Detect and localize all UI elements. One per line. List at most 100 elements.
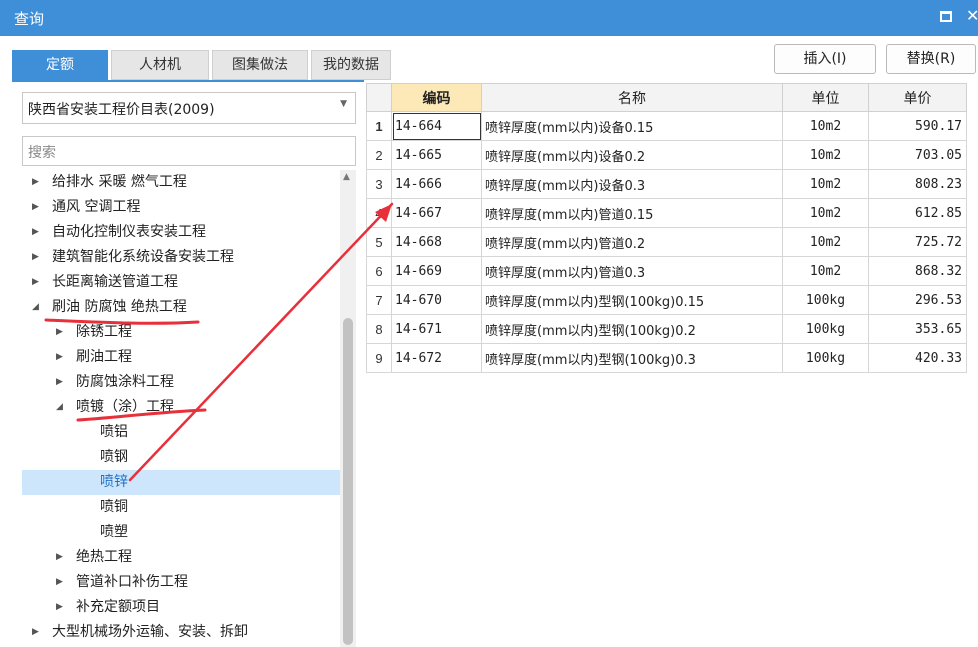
row-number-header <box>366 83 392 112</box>
unit-cell: 10m2 <box>782 111 869 141</box>
tree-item-label: 管道补口补伤工程 <box>76 574 188 590</box>
tree-item-label: 绝热工程 <box>76 549 132 565</box>
collapsed-arrow-icon[interactable]: ▶ <box>56 345 68 370</box>
tree-item[interactable]: 喷锌 <box>22 470 340 495</box>
collapsed-arrow-icon[interactable]: ▶ <box>56 545 68 570</box>
collapsed-arrow-icon[interactable]: ▶ <box>56 595 68 620</box>
tree-item-label: 建筑智能化系统设备安装工程 <box>52 249 234 265</box>
tree-item[interactable]: 喷铝 <box>22 420 340 445</box>
name-cell: 喷锌厚度(mm以内)管道0.2 <box>481 227 783 257</box>
expanded-arrow-icon[interactable]: ◢ <box>56 395 68 420</box>
name-cell: 喷锌厚度(mm以内)管道0.15 <box>481 198 783 228</box>
scroll-up-icon[interactable]: ▲ <box>343 172 350 182</box>
collapsed-arrow-icon[interactable]: ▶ <box>56 370 68 395</box>
tab-atlas-method[interactable]: 图集做法 <box>212 50 308 80</box>
table-row[interactable]: 4 14-667 喷锌厚度(mm以内)管道0.15 10m2 612.85 <box>366 198 967 228</box>
name-column-header[interactable]: 名称 <box>481 83 783 112</box>
collapsed-arrow-icon[interactable]: ▶ <box>32 170 44 195</box>
collapsed-arrow-icon[interactable]: ▶ <box>32 195 44 220</box>
tree-item[interactable]: ▶ 绝热工程 <box>22 545 340 570</box>
tree-item[interactable]: ▶ 给排水 采暖 燃气工程 <box>22 170 340 195</box>
tree-item[interactable]: ▶ 刷油工程 <box>22 345 340 370</box>
tab-labor-material[interactable]: 人材机 <box>111 50 209 80</box>
row-number-cell: 3 <box>366 169 392 199</box>
unit-cell: 100kg <box>782 314 869 344</box>
tree-item-label: 喷塑 <box>100 524 128 540</box>
collapsed-arrow-icon[interactable]: ▶ <box>32 220 44 245</box>
maximize-icon[interactable] <box>940 11 952 22</box>
unit-cell: 100kg <box>782 285 869 315</box>
tree-scrollbar[interactable]: ▲ <box>340 170 356 647</box>
price-column-header[interactable]: 单价 <box>868 83 967 112</box>
price-cell: 353.65 <box>868 314 967 344</box>
code-cell: 14-665 <box>391 140 482 170</box>
tree-item[interactable]: ◢ 刷油 防腐蚀 绝热工程 <box>22 295 340 320</box>
code-column-header[interactable]: 编码 <box>391 83 482 112</box>
tree-item[interactable]: ▶ 防腐蚀涂料工程 <box>22 370 340 395</box>
replace-button[interactable]: 替换(R) <box>886 44 976 74</box>
price-cell: 808.23 <box>868 169 967 199</box>
row-number-cell: 5 <box>366 227 392 257</box>
tab-label: 人材机 <box>139 57 181 73</box>
tree-item[interactable]: ▶ 通风 空调工程 <box>22 195 340 220</box>
code-cell: 14-671 <box>391 314 482 344</box>
collapsed-arrow-icon[interactable]: ▶ <box>56 570 68 595</box>
name-cell: 喷锌厚度(mm以内)设备0.3 <box>481 169 783 199</box>
tab-my-data[interactable]: 我的数据 <box>311 50 391 80</box>
tab-label: 定额 <box>46 57 74 73</box>
table-row[interactable]: 9 14-672 喷锌厚度(mm以内)型钢(100kg)0.3 100kg 420.33 <box>366 343 967 373</box>
code-cell: 14-668 <box>391 227 482 257</box>
unit-cell: 10m2 <box>782 169 869 199</box>
tree-item[interactable]: ▶ 管道补口补伤工程 <box>22 570 340 595</box>
code-cell: 14-670 <box>391 285 482 315</box>
chevron-down-icon: ▼ <box>340 99 347 109</box>
tab-label: 图集做法 <box>232 57 288 73</box>
unit-cell: 10m2 <box>782 256 869 286</box>
name-cell: 喷锌厚度(mm以内)型钢(100kg)0.2 <box>481 314 783 344</box>
tree-item-label: 给排水 采暖 燃气工程 <box>52 174 187 190</box>
library-select[interactable]: 陕西省安装工程价目表(2009) ▼ <box>22 92 356 124</box>
table-row[interactable]: 8 14-671 喷锌厚度(mm以内)型钢(100kg)0.2 100kg 353.65 <box>366 314 967 344</box>
collapsed-arrow-icon[interactable]: ▶ <box>32 245 44 270</box>
tab-quota[interactable]: 定额 <box>12 50 108 80</box>
table-row[interactable]: 5 14-668 喷锌厚度(mm以内)管道0.2 10m2 725.72 <box>366 227 967 257</box>
insert-button[interactable]: 插入(I) <box>774 44 876 74</box>
price-cell: 296.53 <box>868 285 967 315</box>
tree-item[interactable]: 喷钢 <box>22 445 340 470</box>
scrollbar-thumb[interactable] <box>343 318 353 645</box>
price-cell: 868.32 <box>868 256 967 286</box>
tree-item-label: 喷钢 <box>100 449 128 465</box>
code-cell: 14-672 <box>391 343 482 373</box>
collapsed-arrow-icon[interactable]: ▶ <box>56 320 68 345</box>
unit-column-header[interactable]: 单位 <box>782 83 869 112</box>
collapsed-arrow-icon[interactable]: ▶ <box>32 620 44 645</box>
search-input[interactable]: 搜索 <box>22 136 356 166</box>
tree-item[interactable]: 喷塑 <box>22 520 340 545</box>
table-row[interactable]: 3 14-666 喷锌厚度(mm以内)设备0.3 10m2 808.23 <box>366 169 967 199</box>
tree-item[interactable]: ▶ 长距离输送管道工程 <box>22 270 340 295</box>
collapsed-arrow-icon[interactable]: ▶ <box>32 270 44 295</box>
tree-item[interactable]: ▶ 自动化控制仪表安装工程 <box>22 220 340 245</box>
price-cell: 703.05 <box>868 140 967 170</box>
expanded-arrow-icon[interactable]: ◢ <box>32 295 44 320</box>
tree-item[interactable]: ▶ 除锈工程 <box>22 320 340 345</box>
unit-cell: 10m2 <box>782 140 869 170</box>
tree-item[interactable]: 喷铜 <box>22 495 340 520</box>
table-row[interactable]: 2 14-665 喷锌厚度(mm以内)设备0.2 10m2 703.05 <box>366 140 967 170</box>
tree-item[interactable]: ◢ 喷镀（涂）工程 <box>22 395 340 420</box>
unit-cell: 100kg <box>782 343 869 373</box>
table-row[interactable]: 1 14-664 喷锌厚度(mm以内)设备0.15 10m2 590.17 <box>366 111 967 141</box>
close-icon[interactable]: ✕ <box>966 6 978 25</box>
price-cell: 590.17 <box>868 111 967 141</box>
table-row[interactable]: 6 14-669 喷锌厚度(mm以内)管道0.3 10m2 868.32 <box>366 256 967 286</box>
price-cell: 420.33 <box>868 343 967 373</box>
tab-underline <box>12 80 364 82</box>
tree-item-label: 长距离输送管道工程 <box>52 274 178 290</box>
row-number-cell: 9 <box>366 343 392 373</box>
tree-item[interactable]: ▶ 补充定额项目 <box>22 595 340 620</box>
tree-item[interactable]: ▶ 建筑智能化系统设备安装工程 <box>22 245 340 270</box>
row-number-cell: 8 <box>366 314 392 344</box>
tree-item-label: 喷镀（涂）工程 <box>76 399 174 415</box>
tree-item[interactable]: ▶ 大型机械场外运输、安装、拆卸 <box>22 620 340 645</box>
table-row[interactable]: 7 14-670 喷锌厚度(mm以内)型钢(100kg)0.15 100kg 296.5… <box>366 285 967 315</box>
